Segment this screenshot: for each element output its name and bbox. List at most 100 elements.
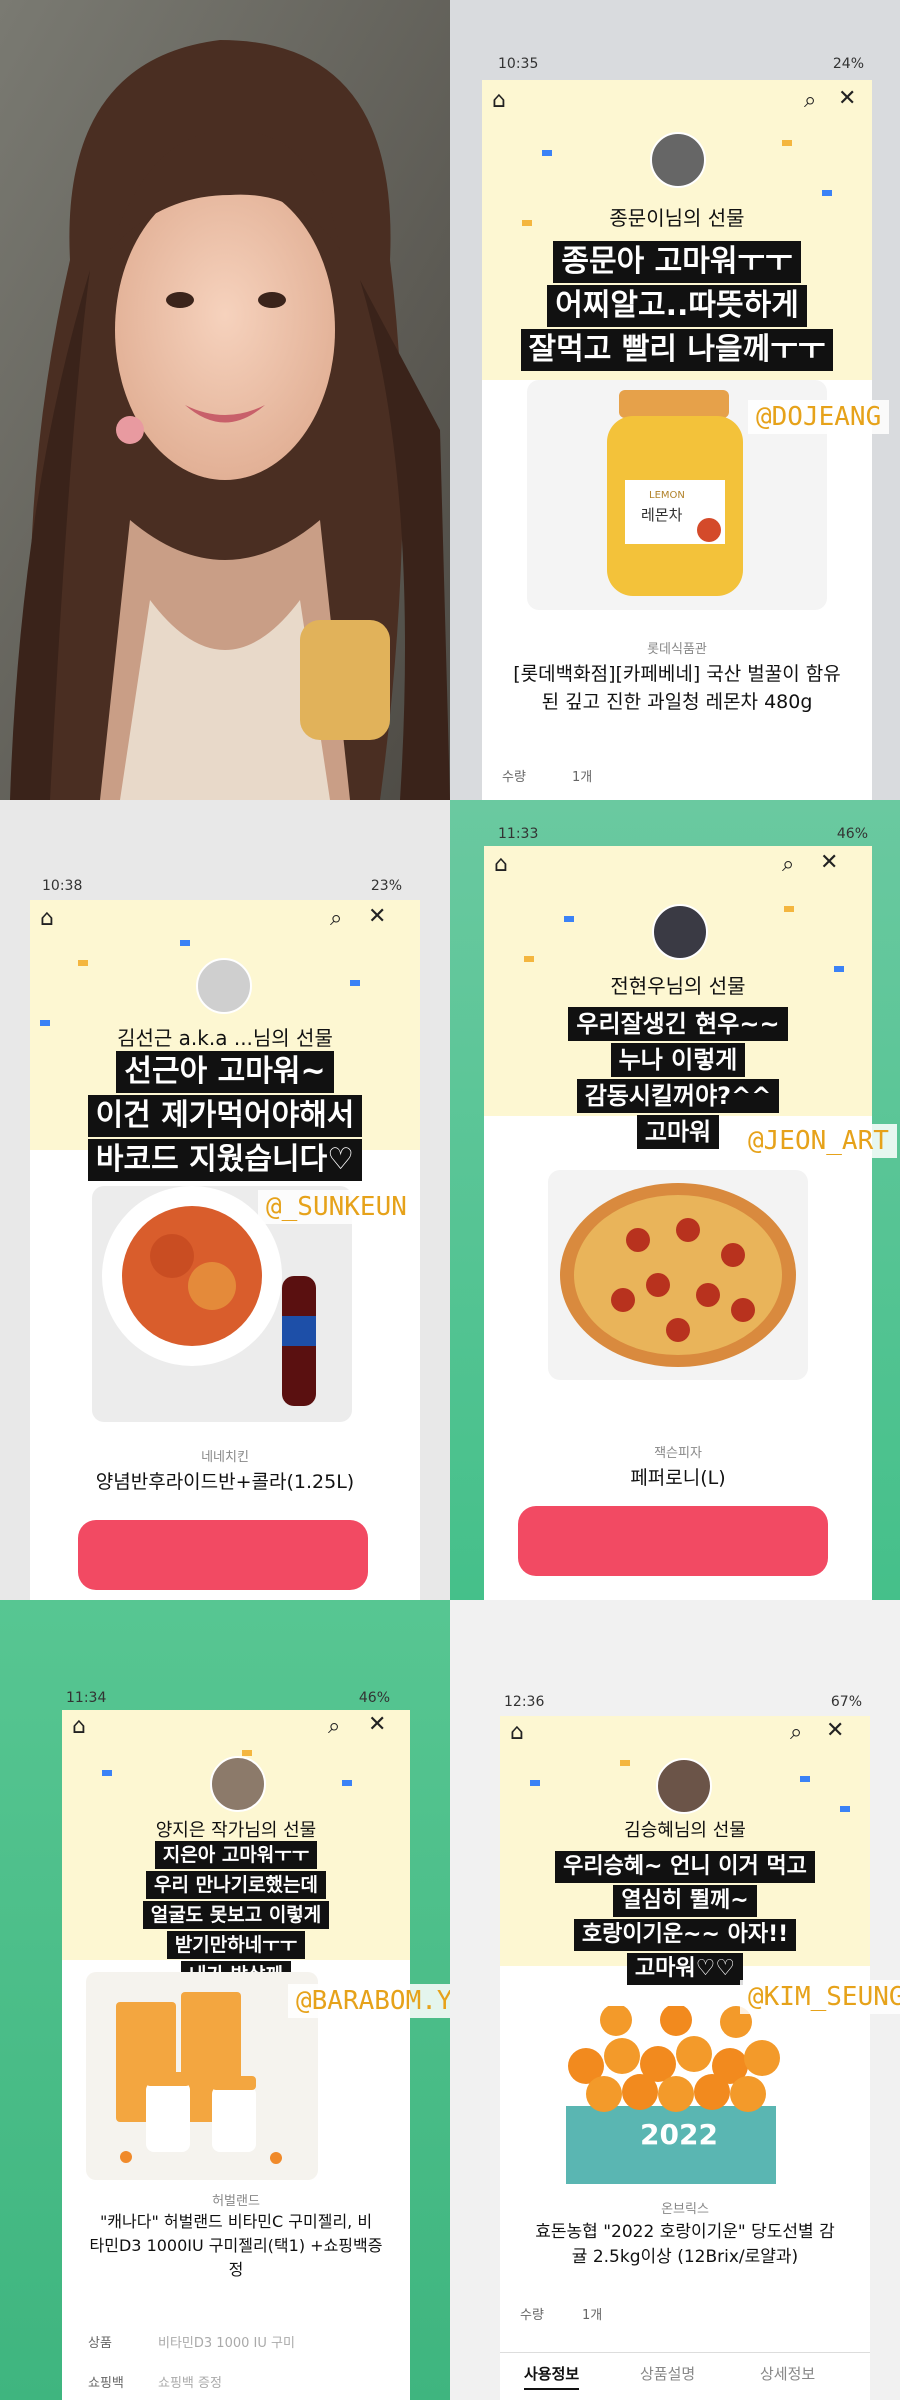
product-name-line: 효돈농협 "2022 호랑이기운" 당도선별 감 [535,2222,835,2242]
product-image [86,1972,318,2180]
close-icon[interactable]: ✕ [838,86,856,111]
message-line: 바코드 지웠습니다♡ [87,1139,363,1181]
status-time: 10:35 [498,56,539,72]
story-panel-pizza: 11:33 46% ⌂ ⌕ ✕ 전현우님의 선물 우리잘생긴 현우~~ 누나 이… [450,800,900,1600]
gift-card: ⌂ ⌕ ✕ 김승혜님의 선물 우리승혜~ 언니 이거 먹고 열심히 뛸께~ 호랑… [500,1716,870,2400]
confetti [180,940,190,946]
option-label: 쇼핑백 [88,2376,124,2391]
redacted-barcode [78,1520,368,1590]
instagram-mention-tag[interactable]: @JEON_ART [740,1124,897,1158]
message-line: 선근아 고마워~ [116,1051,334,1093]
message-line: 잘먹고 빨리 나을께ㅜㅜ [520,329,834,371]
product-name: 페퍼로니(L) [504,1464,852,1492]
product-name-line: 된 깊고 진한 과일청 레몬차 480g [541,691,813,713]
quantity-label: 수량 [520,2308,544,2323]
message-line: 우리잘생긴 현우~~ [568,1007,788,1041]
search-icon[interactable]: ⌕ [328,1714,340,1739]
product-brand: 온브릭스 [661,2202,709,2217]
gift-sender-title: 전현우님의 선물 [610,974,746,998]
close-icon[interactable]: ✕ [820,850,838,875]
confetti [620,1760,630,1766]
sender-avatar [196,958,252,1014]
product-name: 효돈농협 "2022 호랑이기운" 당도선별 감 귤 2.5kg이상 (12Br… [508,2220,862,2270]
message-line: 우리 만나기로했는데 [146,1871,326,1899]
gift-card: ⌂ ⌕ ✕ 종문이님의 선물 종문아 고마워ㅜㅜ 어찌알고..따뜻하게 잘먹고 … [482,80,872,800]
product-brand: 롯데식품관 [647,642,707,657]
option-label: 상품 [88,2336,112,2351]
product-brand: 잭슨피자 [654,1446,702,1461]
confetti [800,1776,810,1782]
quantity-value: 1개 [582,2308,603,2323]
status-time: 12:36 [504,1694,545,1710]
battery-level: 24% [832,56,864,72]
box-print-text: 2022 [640,2118,718,2151]
confetti [564,916,574,922]
story-panel-chicken: 10:38 23% ⌂ ⌕ ✕ 김선근 a.k.a ...님의 선물 선근아 고… [0,800,450,1600]
story-panel-tangerine: 12:36 67% ⌂ ⌕ ✕ 김승혜님의 선물 우리승혜~ 언니 이거 먹고 … [450,1600,900,2400]
product-image: 2022 [556,2004,786,2186]
gift-sender-title: 종문이님의 선물 [609,206,745,230]
product-brand: 허벌랜드 [212,2194,260,2209]
product-name-line: 양념반후라이드반+콜라(1.25L) [95,1471,355,1493]
home-icon[interactable]: ⌂ [40,906,54,931]
search-icon[interactable]: ⌕ [782,852,794,877]
status-bar: 10:35 24% [450,50,900,78]
product-name-line: "캐나다" 허벌랜드 비타민C 구미젤리, 비 [99,2212,373,2231]
home-icon[interactable]: ⌂ [72,1714,86,1739]
story-panel-lemon-tea: 10:35 24% ⌂ ⌕ ✕ 종문이님의 선물 종문아 고마워ㅜㅜ 어찌알고.… [450,0,900,800]
confetti [524,956,534,962]
home-icon[interactable]: ⌂ [510,1720,524,1745]
status-time: 11:33 [498,826,539,842]
instagram-mention-tag[interactable]: @BARABOM.Y [288,1984,450,2018]
search-icon[interactable]: ⌕ [330,906,342,931]
close-icon[interactable]: ✕ [368,904,386,929]
status-time: 10:38 [42,878,83,894]
story-message: 종문아 고마워ㅜㅜ 어찌알고..따뜻하게 잘먹고 빨리 나을께ㅜㅜ [482,240,872,372]
product-name-line: 정 [228,2260,244,2279]
gift-sender-title: 김승혜님의 선물 [624,1820,746,1841]
confetti [530,1780,540,1786]
message-line: 지은아 고마워ㅜㅜ [154,1841,318,1869]
instagram-mention-tag[interactable]: @DOJEANG [748,400,890,434]
close-icon[interactable]: ✕ [826,1718,844,1743]
battery-level: 23% [370,878,402,894]
product-name: 양념반후라이드반+콜라(1.25L) [50,1468,400,1496]
search-icon[interactable]: ⌕ [804,88,816,113]
message-line: 고마워♡♡ [626,1953,744,1985]
home-icon[interactable]: ⌂ [494,852,508,877]
gift-card: ⌂ ⌕ ✕ 전현우님의 선물 우리잘생긴 현우~~ 누나 이렇게 감동시킬꺼야?… [484,846,872,1600]
jar-label: 레몬차 [641,506,683,524]
close-icon[interactable]: ✕ [368,1712,386,1737]
instagram-mention-tag[interactable]: @_SUNKEUN [258,1190,415,1224]
gift-sender-title: 김선근 a.k.a ...님의 선물 [117,1026,333,1050]
message-line: 감동시킬꺼야?^^ [576,1079,780,1113]
status-bar: 11:34 46% [0,1684,450,1712]
sender-avatar [650,132,706,188]
home-icon[interactable]: ⌂ [492,88,506,113]
status-bar: 12:36 67% [450,1688,900,1716]
product-name-line: 귤 2.5kg이상 (12Brix/로얄과) [571,2247,799,2267]
jar-brand: LEMON [649,490,685,501]
tab-product-description[interactable]: 상품설명 [640,2363,695,2384]
instagram-mention-tag[interactable]: @KIM_SEUNG [740,1980,900,2014]
product-name-line: 타민D3 1000IU 구미젤리(택1) +쇼핑백증 [89,2236,383,2255]
story-message: 선근아 고마워~ 이건 제가먹어야해서 바코드 지웠습니다♡ [30,1050,420,1182]
message-line: 우리승혜~ 언니 이거 먹고 [555,1851,815,1883]
confetti [542,150,552,156]
status-time: 11:34 [66,1690,107,1706]
message-line: 얼굴도 못보고 이렇게 [142,1901,330,1929]
message-line: 고마워 [636,1115,720,1149]
quantity-value: 1개 [572,770,593,785]
status-bar: 11:33 46% [450,820,900,848]
tab-detail-info[interactable]: 상세정보 [760,2363,815,2384]
confetti [782,140,792,146]
sender-avatar [210,1756,266,1812]
tab-usage-info[interactable]: 사용정보 [524,2363,580,2390]
battery-level: 46% [358,1690,390,1706]
confetti [102,1770,112,1776]
product-image [548,1170,808,1380]
sender-avatar [656,1758,712,1814]
confetti [342,1780,352,1786]
search-icon[interactable]: ⌕ [790,1720,802,1745]
option-value: 쇼핑백 증정 [158,2376,222,2391]
